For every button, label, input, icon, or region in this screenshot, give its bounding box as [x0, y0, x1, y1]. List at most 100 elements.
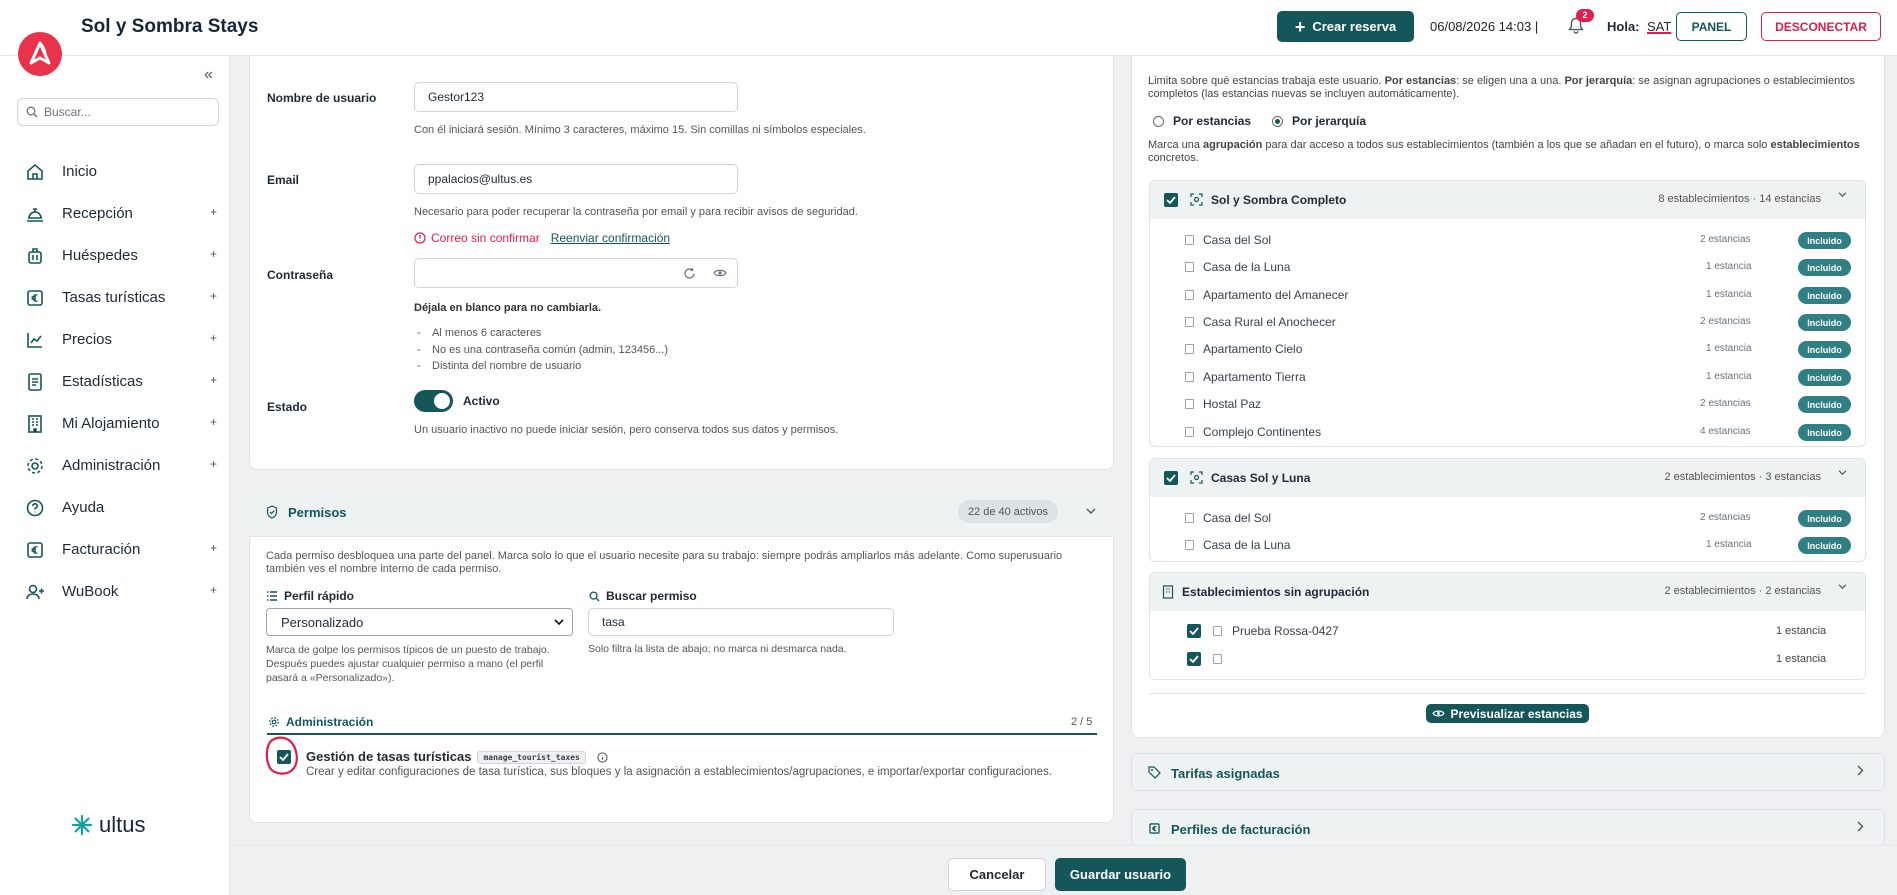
resend-confirmation-link[interactable]: Reenviar confirmación	[551, 231, 670, 245]
scope-note-a: Marca una	[1148, 139, 1204, 151]
property-name: Casa del Sol	[1203, 233, 1272, 247]
property-count[interactable]: 2 estancias	[1700, 398, 1751, 409]
property-count[interactable]: 1 estancia	[1776, 653, 1826, 665]
current-user[interactable]: SAT	[1647, 19, 1671, 34]
radio-por-jerarquia[interactable]	[1272, 116, 1283, 127]
sidebar-item-label: Tasas turísticas	[62, 289, 166, 306]
property-count[interactable]: 2 estancias	[1700, 512, 1751, 523]
chevron-down-icon[interactable]	[1838, 470, 1847, 476]
property-count[interactable]: 1 estancia	[1706, 371, 1752, 382]
accordion-perfiles-facturacion[interactable]: Perfiles de facturación	[1131, 809, 1885, 847]
group-header[interactable]: Casas Sol y Luna 2 establecimientos · 3 …	[1150, 459, 1865, 497]
email-input[interactable]: ppalacios@ultus.es	[414, 164, 738, 194]
permissions-count-badge: 22 de 40 activos	[958, 500, 1058, 523]
search-icon	[26, 106, 38, 118]
divider	[1149, 693, 1866, 694]
group-header[interactable]: Sol y Sombra Completo 8 establecimientos…	[1150, 181, 1865, 219]
property-icon	[1185, 235, 1194, 245]
sidebar-item-recepcion[interactable]: Recepción +	[0, 193, 230, 233]
group-checkbox[interactable]	[1164, 471, 1178, 485]
logout-button[interactable]: DESCONECTAR	[1761, 12, 1881, 41]
property-name: Hostal Paz	[1203, 397, 1262, 411]
property-count[interactable]: 1 estancia	[1706, 343, 1752, 354]
included-badge: Incluido	[1798, 396, 1851, 413]
property-icon	[1185, 513, 1194, 523]
info-icon[interactable]	[597, 752, 609, 763]
property-count[interactable]: 1 estancia	[1706, 539, 1752, 550]
panel-button[interactable]: PANEL	[1676, 12, 1747, 41]
save-user-button[interactable]: Guardar usuario	[1055, 858, 1186, 891]
rule-dash: -	[417, 327, 421, 339]
sidebar-item-inicio[interactable]: Inicio	[0, 151, 230, 191]
quick-profile-value: Personalizado	[281, 614, 364, 630]
chevron-down-icon[interactable]	[1086, 508, 1096, 515]
status-label: Estado	[267, 400, 308, 414]
scope-intro-a: Limita sobre qué estancias trabaja este …	[1148, 75, 1385, 87]
group-checkbox[interactable]	[1164, 193, 1178, 207]
property-count[interactable]: 1 estancia	[1776, 625, 1826, 637]
property-name: Casa del Sol	[1203, 511, 1272, 525]
permission-name-text: Gestión de tasas turísticas	[306, 749, 472, 764]
sidebar-item-precios[interactable]: Precios +	[0, 319, 230, 359]
sidebar-item-label: Inicio	[62, 163, 98, 180]
footer-logo-text: ultus	[99, 812, 146, 837]
current-datetime: 06/08/2026 14:03 |	[1430, 19, 1539, 34]
scope-intro-d: Por jerarquía	[1564, 75, 1633, 87]
group-title: Casas Sol y Luna	[1211, 471, 1311, 485]
property-count[interactable]: 4 estancias	[1700, 426, 1751, 437]
search-permission-input[interactable]: tasa	[588, 608, 894, 636]
username-input[interactable]: Gestor123	[414, 82, 738, 112]
top-bar: Sol y Sombra Stays + Crear reserva 06/08…	[0, 0, 1897, 56]
sidebar-item-wubook[interactable]: WuBook +	[0, 571, 230, 611]
sidebar-item-label: WuBook	[62, 583, 119, 600]
permission-item-name: Gestión de tasas turísticas manage_touris…	[306, 749, 609, 765]
email-error-text: Correo sin confirmar	[431, 231, 540, 245]
accordion-tarifas-asignadas[interactable]: Tarifas asignadas	[1131, 753, 1885, 791]
property-count[interactable]: 2 estancias	[1700, 316, 1751, 327]
show-password-eye-icon[interactable]	[713, 268, 727, 278]
property-checkbox[interactable]	[1187, 624, 1201, 638]
expand-plus-icon: +	[210, 415, 218, 429]
cancel-button[interactable]: Cancelar	[948, 858, 1046, 891]
sidebar-item-facturacion[interactable]: Facturación +	[0, 529, 230, 569]
sidebar-item-ayuda[interactable]: Ayuda	[0, 487, 230, 527]
property-icon	[1185, 427, 1194, 437]
quick-profile-select[interactable]: Personalizado	[266, 608, 573, 636]
sidebar-item-huespedes[interactable]: Huéspedes +	[0, 235, 230, 275]
collapse-sidebar-icon[interactable]: «	[204, 66, 213, 84]
chevron-down-icon	[554, 619, 564, 626]
property-name: Casa de la Luna	[1203, 260, 1291, 274]
email-unconfirmed-warning: Correo sin confirmar Reenviar confirmaci…	[414, 231, 670, 245]
scope-note-b: agrupación	[1203, 139, 1263, 151]
password-hint: Déjala en blanco para no cambiarla.	[414, 302, 602, 314]
sidebar-item-estadisticas[interactable]: Estadísticas +	[0, 361, 230, 401]
property-count[interactable]: 2 estancias	[1700, 234, 1751, 245]
property-count[interactable]: 1 estancia	[1706, 289, 1752, 300]
chevron-down-icon[interactable]	[1838, 584, 1847, 590]
plus-icon: +	[1294, 16, 1306, 37]
sidebar-item-mi-alojamiento[interactable]: Mi Alojamiento +	[0, 403, 230, 443]
brand-logo-icon[interactable]	[18, 32, 62, 76]
chevron-down-icon[interactable]	[1838, 192, 1847, 198]
create-reservation-button[interactable]: + Crear reserva	[1277, 11, 1414, 42]
expand-plus-icon: +	[210, 247, 218, 261]
property-name: Apartamento Cielo	[1203, 342, 1303, 356]
scope-intro-c: : se eligen una a una.	[1456, 75, 1565, 87]
included-badge: Incluido	[1798, 314, 1851, 331]
property-checkbox[interactable]	[1187, 652, 1201, 666]
active-status-toggle[interactable]	[414, 390, 453, 412]
preview-stays-button[interactable]: Previsualizar estancias	[1426, 704, 1589, 723]
sidebar-item-label: Mi Alojamiento	[62, 415, 160, 432]
shield-check-icon	[266, 505, 278, 519]
sidebar-search-input[interactable]: Buscar...	[17, 98, 219, 126]
radio-por-estancias[interactable]	[1153, 116, 1164, 127]
group-header[interactable]: Establecimientos sin agrupación 2 establ…	[1150, 573, 1865, 611]
regenerate-password-icon[interactable]	[683, 267, 696, 280]
permissions-description: Cada permiso desbloquea una parte del pa…	[266, 550, 1063, 575]
group-hierarchy-icon	[1190, 471, 1203, 484]
sidebar-item-tasas-turisticas[interactable]: Tasas turísticas +	[0, 277, 230, 317]
property-count[interactable]: 1 estancia	[1706, 261, 1752, 272]
sidebar-item-administracion[interactable]: Administración +	[0, 445, 230, 485]
included-badge: Incluido	[1798, 510, 1851, 527]
email-label: Email	[267, 173, 300, 187]
